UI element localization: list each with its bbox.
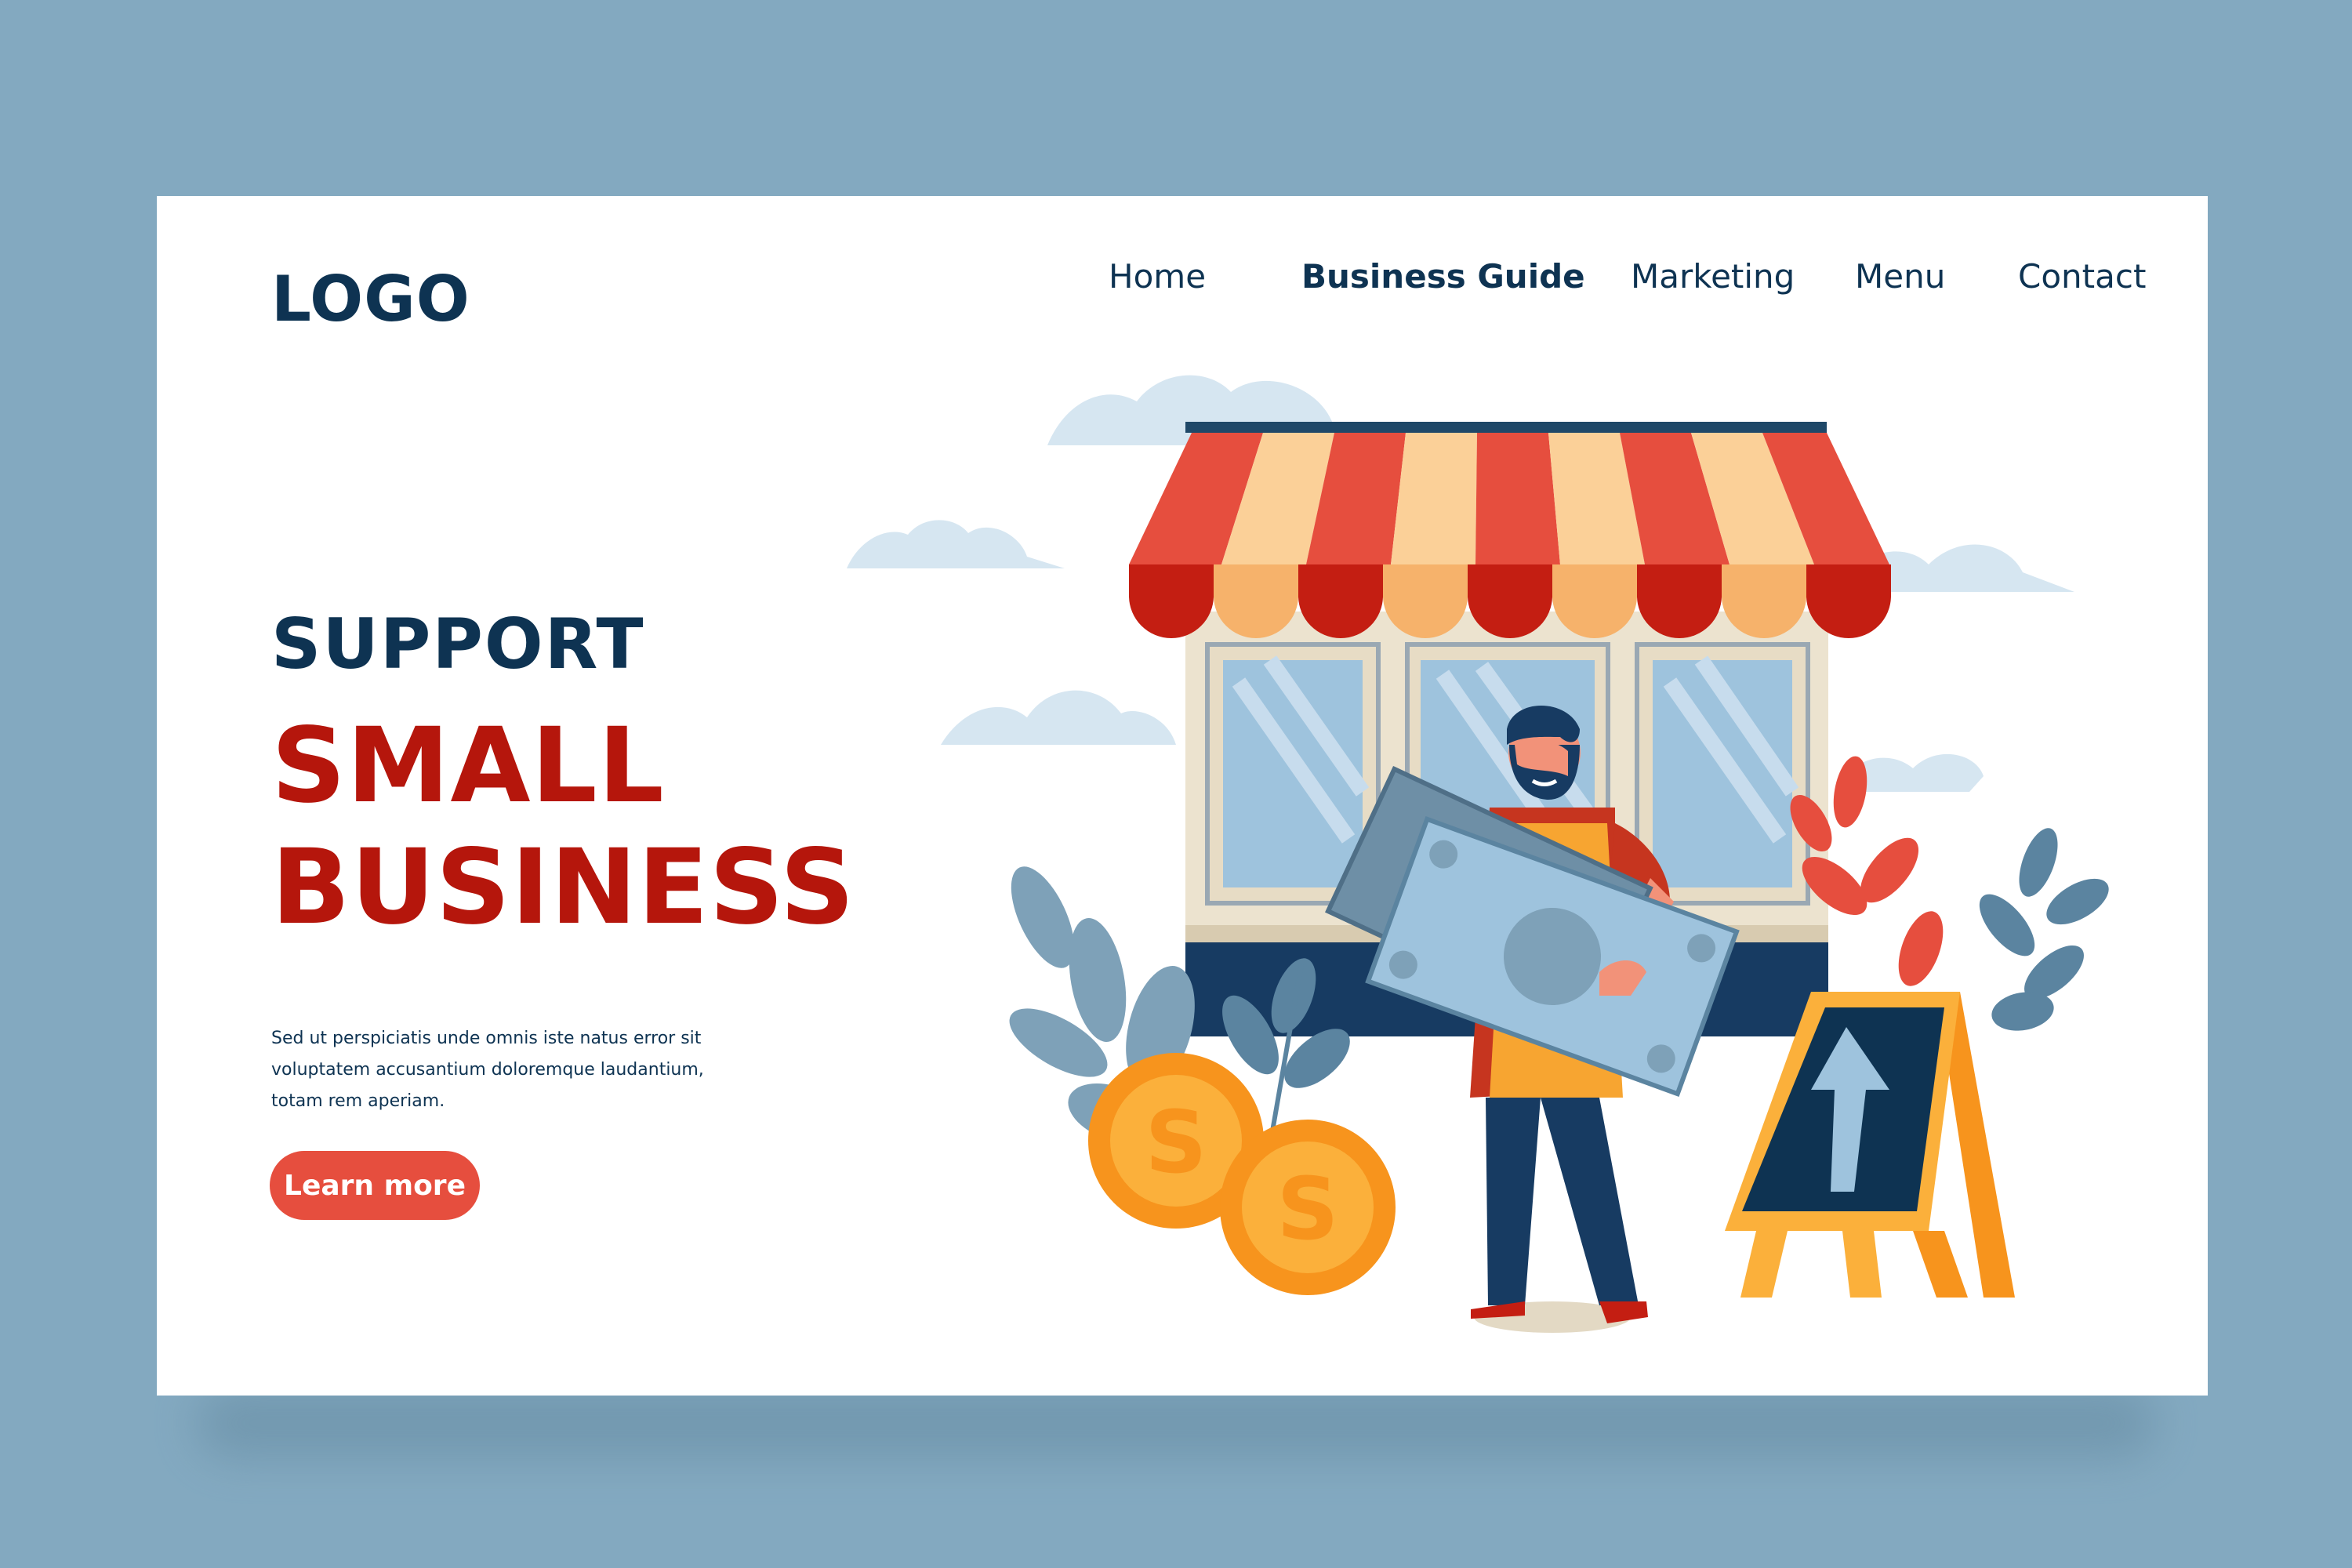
coin-symbol: S	[1145, 1092, 1207, 1192]
cloud-icon	[941, 690, 1176, 745]
card-shadow	[196, 1388, 2156, 1458]
coin-symbol: S	[1276, 1159, 1338, 1259]
shop-illustration: S S	[847, 375, 2109, 1333]
up-arrow-sign-icon	[1725, 992, 2015, 1298]
shop-awning	[1129, 422, 1891, 638]
landing-page-card: LOGO Home Business Guide Marketing Menu …	[157, 196, 2208, 1396]
dollar-coin-icon: S	[1220, 1120, 1396, 1295]
cloud-icon	[847, 520, 1065, 568]
plant-icon	[1979, 828, 2109, 1031]
